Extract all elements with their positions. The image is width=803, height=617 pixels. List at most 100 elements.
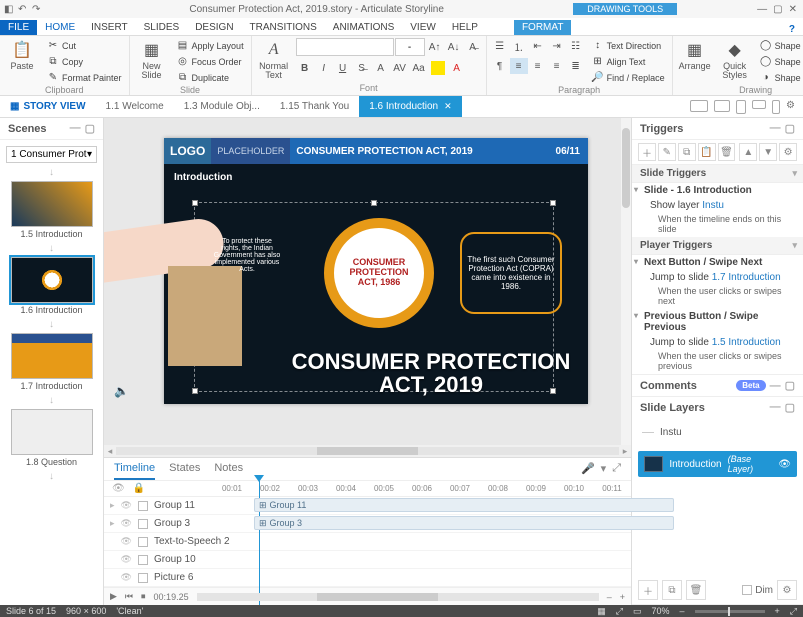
format-painter-button[interactable]: ✎Format Painter [44,70,125,85]
zoom-out-icon[interactable]: – [607,592,612,602]
play-icon[interactable]: ▶ [110,591,117,602]
zoom-in-icon[interactable]: + [620,592,625,602]
tablet-landscape-icon[interactable] [714,100,730,112]
tab-file[interactable]: FILE [0,20,37,35]
apply-layout-button[interactable]: ▤Apply Layout [174,38,247,53]
indent-icon[interactable]: ⇥ [548,38,566,54]
align-left-icon[interactable]: ≡ [510,58,528,74]
shrink-font-icon[interactable]: A↓ [445,39,463,55]
stage-scrollbar-h[interactable] [116,447,619,455]
trigger-action[interactable]: Show layer Instu [632,198,803,213]
font-size-select[interactable] [395,38,425,56]
timeline-ruler[interactable]: 00:01 00:02 00:03 00:04 00:05 00:06 00:0… [213,484,631,493]
resize-handle-sw[interactable] [192,388,198,394]
timeline-clip[interactable]: ⊞Group 11 [254,498,674,512]
expand-icon[interactable]: ▸ [110,500,115,511]
comments-undock-icon[interactable]: ▢ [785,379,795,392]
char-spacing-icon[interactable]: AV [391,60,409,76]
align-center-icon[interactable]: ≡ [529,58,547,74]
trigger-prev-head[interactable]: Previous Button / Swipe Previous [632,309,803,335]
lock-checkbox[interactable] [138,519,148,529]
scenes-undock-icon[interactable]: ▢ [85,122,95,135]
tl-chevron-down-icon[interactable]: ▾ [601,462,607,475]
trigger-up-icon[interactable]: ▲ [739,143,757,161]
trigger-edit-icon[interactable]: ✎ [658,143,676,161]
undo-icon[interactable]: ↶ [18,4,28,14]
text-direction-button[interactable]: ↕Text Direction [589,38,668,53]
paste-button[interactable]: 📋 Paste [4,38,40,71]
zoom-slider[interactable] [695,610,765,613]
eye-icon[interactable]: 👁 [121,536,132,547]
timeline-scrollbar[interactable] [197,593,599,601]
gear-icon[interactable]: ⚙ [786,100,795,114]
layer-add-icon[interactable]: ＋ [638,580,658,600]
zoom-out-icon[interactable]: – [680,606,685,616]
lock-header-icon[interactable]: 🔒 [133,483,145,494]
screen-icon[interactable]: ▭ [633,606,642,617]
rewind-icon[interactable]: ⏮ [125,591,133,602]
slide-canvas[interactable]: LOGO PLACEHOLDER CONSUMER PROTECTION ACT… [164,138,588,404]
tab-insert[interactable]: INSERT [83,20,136,35]
scene-tab-2[interactable]: 1.3 Module Obj... [174,96,270,117]
triggers-undock-icon[interactable]: ▢ [785,122,795,135]
speaker-icon[interactable]: 🔈 [114,384,129,398]
expand-icon[interactable]: ▸ [110,518,115,529]
maximize-icon[interactable]: ▢ [773,4,782,15]
eye-icon[interactable]: 👁 [121,572,132,583]
cut-button[interactable]: ✂Cut [44,38,125,53]
phone-portrait-icon[interactable] [772,100,780,114]
phone-landscape-icon[interactable] [752,100,766,109]
redo-icon[interactable]: ↷ [32,4,42,14]
tab-format[interactable]: FORMAT [514,20,571,35]
trigger-down-icon[interactable]: ▼ [759,143,777,161]
scene-tab-1[interactable]: 1.1 Welcome [96,96,174,117]
eye-header-icon[interactable]: 👁 [112,483,125,494]
tab-states[interactable]: States [169,462,200,480]
line-spacing-icon[interactable]: ☷ [567,38,585,54]
rtl-icon[interactable]: ¶ [491,58,509,74]
tab-design[interactable]: DESIGN [187,20,241,35]
arrange-button[interactable]: ▦Arrange [677,38,713,71]
tl-collapse-icon[interactable]: ⤢ [612,462,621,475]
layers-undock-icon[interactable]: ▢ [785,401,795,414]
tablet-portrait-icon[interactable] [736,100,746,114]
zoom-in-icon[interactable]: + [775,606,780,616]
clear-format-icon[interactable]: A̶ [464,39,482,55]
comments-collapse-icon[interactable]: — [770,380,781,392]
font-color-icon[interactable]: A [448,60,466,76]
layer-settings-icon[interactable]: ⚙ [777,580,797,600]
shape-fill-button[interactable]: ◯Shape Fill [757,38,803,53]
help-icon[interactable]: ? [781,24,803,35]
tab-help[interactable]: HELP [444,20,486,35]
shape-effect-button[interactable]: ◑Shape Effect [757,70,803,85]
dim-checkbox[interactable]: Dim [742,580,773,600]
timeline-row[interactable]: ▸👁Group 11 ⊞Group 11 [104,497,631,515]
minimize-icon[interactable]: — [757,4,767,15]
normal-text-button[interactable]: A Normal Text [256,38,292,81]
timeline-clip[interactable]: ⊞Group 3 [254,516,674,530]
resize-handle-ne[interactable] [550,200,556,206]
section-collapse-icon[interactable]: ▾ [792,168,797,179]
scroll-left-icon[interactable]: ◂ [104,446,116,457]
tab-transitions[interactable]: TRANSITIONS [242,20,325,35]
scene-tab-3[interactable]: 1.15 Thank You [270,96,359,117]
align-text-button[interactable]: ⊞Align Text [589,54,668,69]
tab-notes[interactable]: Notes [214,462,243,480]
trigger-paste-icon[interactable]: 📋 [698,143,716,161]
layer-delete-icon[interactable]: 🗑 [686,580,706,600]
layer-base[interactable]: Introduction (Base Layer) 👁 [638,451,797,477]
quick-styles-button[interactable]: ◆Quick Styles [717,38,753,81]
slide-thumb-2[interactable] [11,257,93,303]
triggers-collapse-icon[interactable]: — [770,122,781,135]
eye-icon[interactable]: 👁 [778,459,791,470]
eye-icon[interactable]: 👁 [121,500,132,511]
layers-collapse-icon[interactable]: — [770,401,781,414]
grid-view-icon[interactable]: ▦ [597,606,606,617]
eye-icon[interactable]: 👁 [121,554,132,565]
highlight-icon[interactable] [429,60,447,76]
align-right-icon[interactable]: ≡ [548,58,566,74]
strike-icon[interactable]: S̶ [353,60,371,76]
slide-thumb-4[interactable] [11,409,93,455]
fit-icon[interactable]: ⤢ [616,606,623,617]
trigger-action[interactable]: Jump to slide 1.5 Introduction [632,335,803,350]
